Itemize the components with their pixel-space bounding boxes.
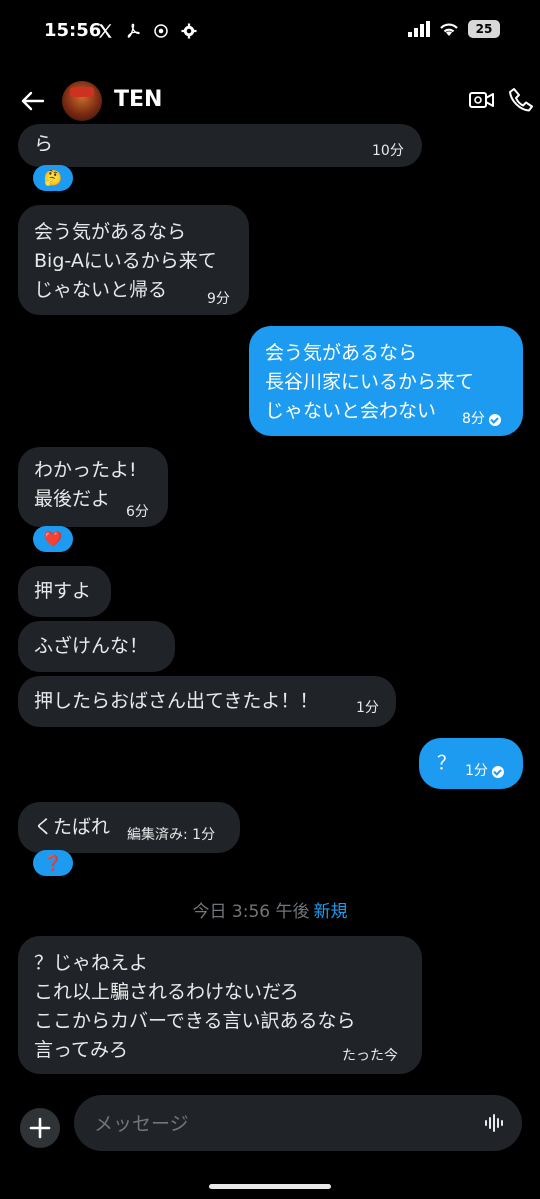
status-notification-icons — [96, 22, 198, 40]
message-bubble-incoming[interactable]: わかったよ! 最後だよ 6分 — [18, 447, 168, 527]
message-bubble-incoming[interactable]: くたばれ 編集済み: 1分 — [18, 802, 240, 853]
back-button[interactable] — [18, 86, 48, 116]
audio-waveform-icon — [485, 1114, 503, 1132]
message-reaction[interactable]: ❓ — [33, 850, 73, 876]
message-bubble-incoming[interactable]: 押すよ — [18, 566, 111, 617]
message-time-label: 1分 — [465, 763, 488, 779]
message-bubble-incoming[interactable]: 会う気があるなら Big-Aにいるから来て じゃないと帰る 9分 — [18, 205, 249, 315]
message-text: ？ — [437, 752, 457, 774]
day-separator: 今日 3:56 午後 新規 — [0, 897, 540, 922]
hotspot-icon — [154, 24, 168, 38]
message-timestamp: 9分 — [207, 291, 230, 307]
message-timestamp: 1分 — [356, 700, 379, 716]
battery-indicator: 25 — [468, 20, 500, 38]
wifi-icon — [440, 23, 458, 36]
video-call-button[interactable] — [468, 86, 498, 116]
x-logo-icon — [99, 24, 112, 38]
message-text: わかったよ! 最後だよ — [34, 459, 137, 510]
day-separator-text: 今日 3:56 午後 — [192, 902, 310, 922]
message-text: ふざけんな！ — [34, 635, 149, 657]
add-attachment-button[interactable] — [20, 1108, 60, 1148]
message-timestamp: 編集済み: 1分 — [127, 827, 216, 843]
message-reaction[interactable]: ❤️ — [33, 526, 73, 552]
message-text: 会う気があるなら 長谷川家にいるから来て じゃないと会わない — [265, 342, 475, 422]
settings-gear-icon — [181, 23, 197, 39]
status-time: 15:56 — [44, 20, 102, 41]
message-input[interactable] — [92, 1095, 476, 1153]
conversation-header: TEN — [0, 72, 540, 132]
message-bubble-outgoing[interactable]: 会う気があるなら 長谷川家にいるから来て じゃないと会わない 8分 — [249, 326, 523, 436]
message-text: 会う気があるなら Big-Aにいるから来て じゃないと帰る — [34, 221, 217, 301]
message-bubble-incoming[interactable]: ふざけんな！ — [18, 621, 175, 672]
phone-icon — [509, 88, 533, 112]
plus-icon — [29, 1117, 51, 1139]
message-timestamp: 8分 — [462, 405, 501, 434]
message-timestamp: 10分 — [372, 143, 404, 159]
message-text: ？じゃねえよ これ以上騙されるわけないだろ ここからカバーできる言い訳あるなら … — [34, 952, 356, 1061]
back-arrow-icon — [21, 91, 45, 111]
message-bubble-outgoing[interactable]: ？ 1分 — [419, 738, 523, 789]
voice-call-button[interactable] — [508, 86, 536, 116]
message-composer — [0, 1092, 540, 1154]
message-bubble-incoming[interactable]: 押したらおばさん出てきたよ！！ 1分 — [18, 676, 396, 727]
avatar[interactable] — [62, 81, 102, 121]
message-text: 押すよ — [34, 580, 92, 602]
message-time-label: 8分 — [462, 411, 485, 427]
message-reaction[interactable]: 🤔 — [33, 165, 73, 191]
signal-icon — [408, 21, 430, 37]
message-text: くたばれ — [34, 816, 111, 838]
sent-check-icon — [491, 765, 504, 778]
status-system-icons: 25 — [408, 20, 500, 38]
message-timestamp: 6分 — [126, 504, 149, 520]
message-bubble-incoming[interactable]: ？じゃねえよ これ以上騙されるわけないだろ ここからカバーできる言い訳あるなら … — [18, 936, 422, 1074]
status-bar: 15:56 25 — [0, 0, 540, 66]
message-text: 押したらおばさん出てきたよ！！ — [34, 690, 319, 712]
home-indicator[interactable] — [209, 1184, 331, 1189]
message-text: ら — [34, 133, 54, 155]
new-messages-tag: 新規 — [313, 902, 348, 922]
message-timestamp: 1分 — [465, 757, 504, 786]
voice-message-button[interactable] — [484, 1113, 506, 1133]
contact-name[interactable]: TEN — [114, 87, 162, 112]
message-timestamp: たった今 — [342, 1048, 398, 1064]
message-input-container — [74, 1095, 522, 1153]
pdf-icon — [127, 23, 140, 38]
sent-check-icon — [488, 413, 501, 426]
video-camera-icon — [469, 92, 494, 108]
message-bubble-incoming[interactable]: ら 10分 — [18, 124, 422, 167]
